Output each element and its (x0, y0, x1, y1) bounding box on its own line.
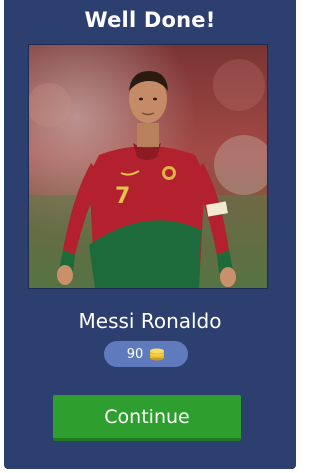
coin-stack-icon (149, 347, 165, 361)
player-photo: 7 (28, 44, 268, 289)
answer-name: Messi Ronaldo (78, 309, 222, 333)
level-complete-screen: Well Done! 7 Messi Ronaldo 90 Continue (0, 0, 300, 473)
player-photo-illustration: 7 (29, 45, 267, 288)
continue-button[interactable]: Continue (53, 395, 241, 441)
coin-count: 90 (126, 346, 144, 362)
page-title: Well Done! (84, 8, 216, 32)
result-panel: Well Done! 7 Messi Ronaldo 90 Continue (4, 0, 296, 469)
svg-text:7: 7 (115, 184, 130, 209)
coin-reward-badge: 90 (104, 341, 188, 367)
